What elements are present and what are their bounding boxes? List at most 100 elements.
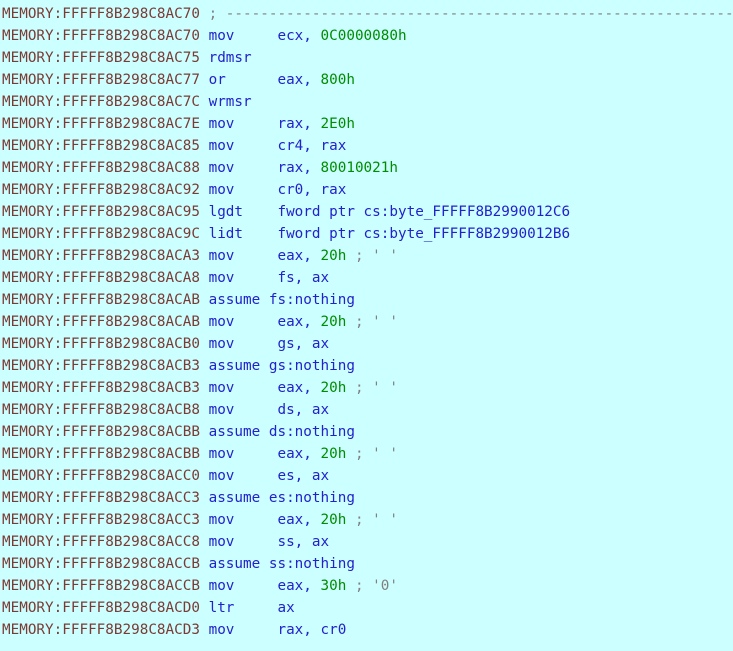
disassembly-line[interactable]: MEMORY:FFFFF8B298C8AC70 mov ecx, 0C00000… (2, 25, 733, 47)
line-mnemonic[interactable]: ltr (209, 600, 278, 616)
line-operands[interactable]: rax, (277, 116, 320, 132)
line-operands[interactable]: eax, (277, 446, 320, 462)
disassembly-line[interactable]: MEMORY:FFFFF8B298C8ACC0 mov es, ax (2, 465, 733, 487)
line-operands[interactable]: gs:nothing (269, 358, 355, 374)
line-address: MEMORY:FFFFF8B298C8ACC3 (2, 512, 209, 528)
line-operands[interactable]: ds:nothing (269, 424, 355, 440)
disassembly-line[interactable]: MEMORY:FFFFF8B298C8ACD3 mov rax, cr0 (2, 619, 733, 641)
line-operands[interactable]: ax (277, 600, 294, 616)
line-operands[interactable]: fword ptr cs:byte_FFFFF8B2990012B6 (277, 226, 570, 242)
line-operands[interactable]: gs, ax (277, 336, 329, 352)
line-immediate[interactable]: 20h (321, 248, 347, 264)
line-operands[interactable]: fs, ax (277, 270, 329, 286)
line-operands[interactable]: cr4, rax (277, 138, 346, 154)
disassembly-line[interactable]: MEMORY:FFFFF8B298C8ACAB assume fs:nothin… (2, 289, 733, 311)
disassembly-line[interactable]: MEMORY:FFFFF8B298C8AC85 mov cr4, rax (2, 135, 733, 157)
line-address: MEMORY:FFFFF8B298C8AC92 (2, 182, 209, 198)
line-mnemonic[interactable]: wrmsr (209, 94, 278, 110)
line-immediate[interactable]: 2E0h (321, 116, 355, 132)
line-operands[interactable]: ds, ax (277, 402, 329, 418)
line-immediate[interactable]: 20h (321, 446, 347, 462)
line-operands[interactable]: eax, (277, 380, 320, 396)
line-mnemonic[interactable]: assume (209, 556, 269, 572)
line-immediate[interactable]: 80010021h (321, 160, 398, 176)
disassembly-line[interactable]: MEMORY:FFFFF8B298C8AC77 or eax, 800h (2, 69, 733, 91)
disassembly-line[interactable]: MEMORY:FFFFF8B298C8ACA8 mov fs, ax (2, 267, 733, 289)
disassembly-line[interactable]: MEMORY:FFFFF8B298C8ACBB mov eax, 20h ; '… (2, 443, 733, 465)
line-operands[interactable]: ss:nothing (269, 556, 355, 572)
line-mnemonic[interactable]: mov (209, 270, 278, 286)
line-immediate[interactable]: 0C0000080h (321, 28, 407, 44)
disassembly-line[interactable]: MEMORY:FFFFF8B298C8ACBB assume ds:nothin… (2, 421, 733, 443)
disassembly-line[interactable]: MEMORY:FFFFF8B298C8ACD0 ltr ax (2, 597, 733, 619)
line-mnemonic[interactable]: mov (209, 622, 278, 638)
line-operands[interactable]: eax, (277, 72, 320, 88)
line-mnemonic[interactable]: mov (209, 28, 278, 44)
line-operands[interactable]: ss, ax (277, 534, 329, 550)
disassembly-line[interactable]: MEMORY:FFFFF8B298C8AC92 mov cr0, rax (2, 179, 733, 201)
line-mnemonic[interactable]: assume (209, 358, 269, 374)
line-mnemonic[interactable]: lgdt (209, 204, 278, 220)
disassembly-line[interactable]: MEMORY:FFFFF8B298C8ACB3 assume gs:nothin… (2, 355, 733, 377)
line-immediate[interactable]: 20h (321, 314, 347, 330)
line-operands[interactable]: rax, cr0 (277, 622, 346, 638)
line-address: MEMORY:FFFFF8B298C8AC7E (2, 116, 209, 132)
line-immediate[interactable]: 20h (321, 512, 347, 528)
disassembly-line[interactable]: MEMORY:FFFFF8B298C8ACB8 mov ds, ax (2, 399, 733, 421)
line-mnemonic[interactable]: mov (209, 116, 278, 132)
line-mnemonic[interactable]: mov (209, 138, 278, 154)
line-mnemonic[interactable]: assume (209, 490, 269, 506)
line-operands[interactable]: ecx, (277, 28, 320, 44)
line-mnemonic[interactable]: or (209, 72, 278, 88)
disassembly-line[interactable]: MEMORY:FFFFF8B298C8ACCB assume ss:nothin… (2, 553, 733, 575)
line-operands[interactable]: eax, (277, 248, 320, 264)
disassembly-line[interactable]: MEMORY:FFFFF8B298C8AC7E mov rax, 2E0h (2, 113, 733, 135)
disassembly-line[interactable]: MEMORY:FFFFF8B298C8AC7C wrmsr (2, 91, 733, 113)
line-mnemonic[interactable]: mov (209, 468, 278, 484)
line-mnemonic[interactable]: lidt (209, 226, 278, 242)
line-mnemonic[interactable]: mov (209, 402, 278, 418)
line-mnemonic[interactable]: mov (209, 336, 278, 352)
line-comment: ; ' ' (346, 512, 398, 528)
line-mnemonic[interactable]: mov (209, 182, 278, 198)
disassembly-line[interactable]: MEMORY:FFFFF8B298C8ACC8 mov ss, ax (2, 531, 733, 553)
line-mnemonic[interactable]: mov (209, 446, 278, 462)
disassembly-line[interactable]: MEMORY:FFFFF8B298C8AC9C lidt fword ptr c… (2, 223, 733, 245)
line-mnemonic[interactable]: assume (209, 292, 269, 308)
disassembly-line[interactable]: MEMORY:FFFFF8B298C8ACC3 mov eax, 20h ; '… (2, 509, 733, 531)
line-operands[interactable]: rax, (277, 160, 320, 176)
disassembly-line[interactable]: MEMORY:FFFFF8B298C8AC75 rdmsr (2, 47, 733, 69)
line-mnemonic[interactable]: mov (209, 578, 278, 594)
disassembly-line[interactable]: MEMORY:FFFFF8B298C8ACB3 mov eax, 20h ; '… (2, 377, 733, 399)
disassembly-view[interactable]: MEMORY:FFFFF8B298C8AC70 ; --------------… (0, 0, 733, 651)
line-mnemonic[interactable]: mov (209, 160, 278, 176)
line-mnemonic[interactable]: mov (209, 380, 278, 396)
line-mnemonic[interactable]: mov (209, 248, 278, 264)
line-operands[interactable]: fword ptr cs:byte_FFFFF8B2990012C6 (277, 204, 570, 220)
disassembly-line[interactable]: MEMORY:FFFFF8B298C8AC88 mov rax, 8001002… (2, 157, 733, 179)
line-operands[interactable]: eax, (277, 578, 320, 594)
line-mnemonic[interactable]: rdmsr (209, 50, 278, 66)
line-immediate[interactable]: 800h (321, 72, 355, 88)
line-mnemonic[interactable]: mov (209, 534, 278, 550)
line-mnemonic[interactable]: assume (209, 424, 269, 440)
line-mnemonic[interactable]: mov (209, 512, 278, 528)
line-immediate[interactable]: 30h (321, 578, 347, 594)
line-operands[interactable]: fs:nothing (269, 292, 355, 308)
disassembly-line[interactable]: MEMORY:FFFFF8B298C8ACA3 mov eax, 20h ; '… (2, 245, 733, 267)
line-operands[interactable]: cr0, rax (277, 182, 346, 198)
line-operands[interactable]: es:nothing (269, 490, 355, 506)
disassembly-line[interactable]: MEMORY:FFFFF8B298C8ACB0 mov gs, ax (2, 333, 733, 355)
disassembly-line[interactable]: MEMORY:FFFFF8B298C8AC95 lgdt fword ptr c… (2, 201, 733, 223)
line-operands[interactable]: es, ax (277, 468, 329, 484)
line-operands[interactable]: eax, (277, 314, 320, 330)
line-operands[interactable]: eax, (277, 512, 320, 528)
line-mnemonic[interactable]: mov (209, 314, 278, 330)
line-address: MEMORY:FFFFF8B298C8ACB8 (2, 402, 209, 418)
disassembly-line[interactable]: MEMORY:FFFFF8B298C8AC70 ; --------------… (2, 3, 733, 25)
line-immediate[interactable]: 20h (321, 380, 347, 396)
disassembly-line[interactable]: MEMORY:FFFFF8B298C8ACC3 assume es:nothin… (2, 487, 733, 509)
disassembly-line[interactable]: MEMORY:FFFFF8B298C8ACCB mov eax, 30h ; '… (2, 575, 733, 597)
disassembly-line[interactable]: MEMORY:FFFFF8B298C8ACAB mov eax, 20h ; '… (2, 311, 733, 333)
line-address: MEMORY:FFFFF8B298C8AC77 (2, 72, 209, 88)
